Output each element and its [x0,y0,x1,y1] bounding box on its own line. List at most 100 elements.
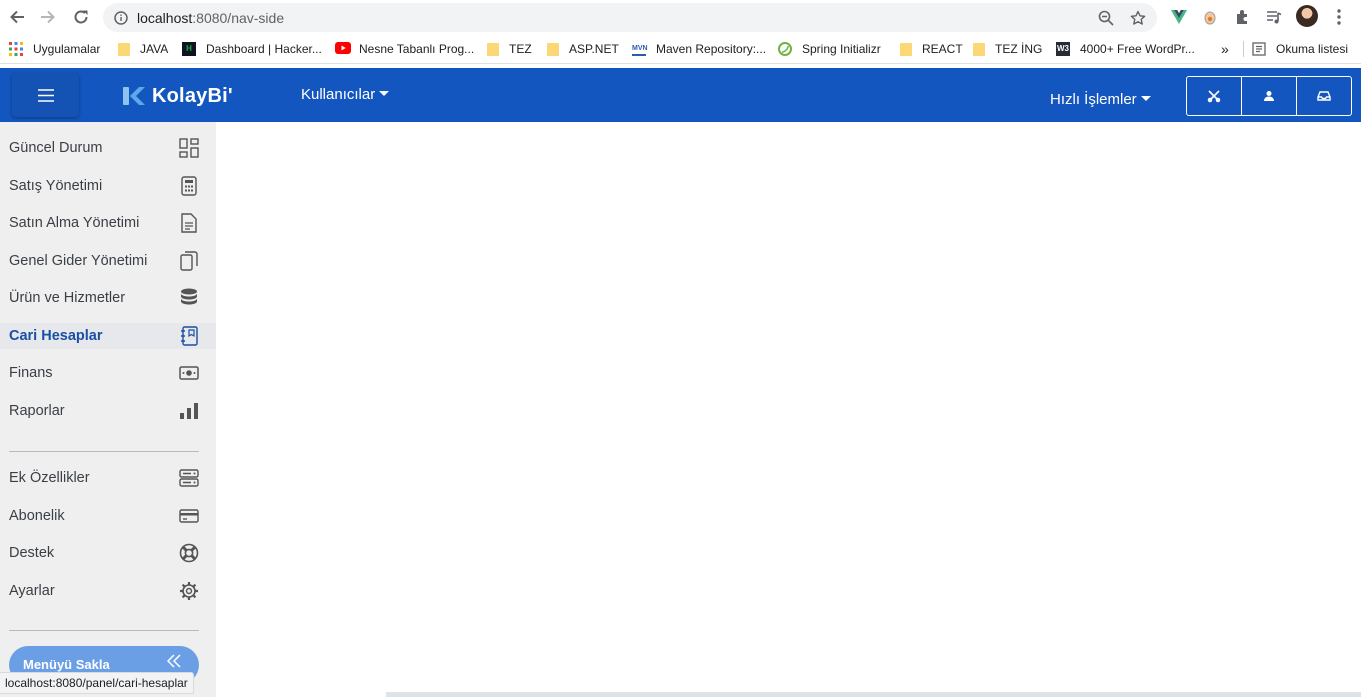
sidebar-item-cari-hesaplar[interactable]: Cari Hesaplar [0,323,216,349]
link-status-bubble: localhost:8080/panel/cari-hesaplar [0,672,194,694]
users-dropdown-label: Kullanıcılar [301,86,376,103]
quick-actions-label: Hızlı İşlemler [1050,91,1137,108]
bookmark-label: Spring Initializr [802,42,881,56]
bookmark-react[interactable]: REACT [900,40,963,58]
sidebar-divider [9,630,199,631]
tools-icon [1207,90,1221,103]
document-icon [178,212,200,234]
folder-icon [487,42,499,56]
sidebar-item-urun-ve-hizmetler[interactable]: Ürün ve Hizmetler [0,285,216,311]
folder-icon [973,42,985,56]
bookmark-star-icon[interactable] [1129,9,1147,27]
bookmark-label: TEZ İNG [995,42,1043,56]
vue-devtools-icon[interactable] [1169,7,1189,27]
folder-icon [118,42,130,56]
users-dropdown[interactable]: Kullanıcılar [301,86,390,103]
address-bar[interactable]: localhost:8080/nav-side [103,3,1157,32]
bookmark-tez-ing[interactable]: TEZ İNG [973,40,1042,58]
w3-icon: W3 [1056,42,1070,56]
forward-arrow-icon [41,10,55,24]
browser-menu-icon[interactable] [1329,7,1349,27]
inbox-icon [1317,91,1331,101]
reload-button[interactable] [70,6,92,28]
profile-avatar[interactable] [1296,5,1318,27]
double-chevron-left-icon [167,654,181,668]
bookmark-label: REACT [922,42,963,56]
site-info-icon[interactable] [112,9,130,27]
cash-icon [178,362,200,384]
back-button[interactable] [6,6,28,28]
server-icon [178,467,200,489]
bookmark-hackerrank[interactable]: H Dashboard | Hacker... [182,40,322,58]
bookmark-youtube[interactable]: Nesne Tabanlı Prog... [335,40,474,58]
sidebar-item-label: Ek Özellikler [9,470,90,486]
bookmark-label: 4000+ Free WordPr... [1080,42,1195,56]
sidebar-item-label: Destek [9,545,55,561]
sidebar-item-label: Finans [9,365,53,381]
profile-button[interactable] [1242,77,1297,115]
bookmark-label: JAVA [140,42,169,56]
calculator-icon [178,175,200,197]
bookmark-label: Dashboard | Hacker... [206,42,322,56]
sidebar-item-label: Satın Alma Yönetimi [9,215,140,231]
forward-button[interactable] [37,6,59,28]
url-text[interactable]: localhost:8080/nav-side [137,10,284,26]
bookmarks-overflow-button[interactable]: » [1221,40,1229,58]
sidebar-item-label: Güncel Durum [9,140,103,156]
url-path: :8080/nav-side [192,10,285,26]
back-arrow-icon [10,10,24,24]
address-book-icon [178,325,200,347]
bookmark-spring[interactable]: Spring Initializr [778,40,881,58]
reading-list-button[interactable]: Okuma listesi [1252,40,1348,58]
app-logo[interactable]: KolayBi' [122,84,233,108]
credit-card-icon [178,505,200,527]
bookmarks-bar: Uygulamalar JAVA H Dashboard | Hacker...… [0,34,1361,64]
bookmark-tez[interactable]: TEZ [487,40,532,58]
bookmark-aspnet[interactable]: ASP.NET [547,40,619,58]
sidebar-item-raporlar[interactable]: Raporlar [0,398,216,424]
quick-actions-dropdown[interactable]: Hızlı İşlemler [1050,91,1151,108]
menu-toggle-button[interactable] [12,73,79,117]
header-tool-group [1186,76,1352,116]
media-queue-icon[interactable] [1264,7,1284,27]
sidebar-item-label: Genel Gider Yönetimi [9,253,148,269]
sidebar-item-satin-alma-yonetimi[interactable]: Satın Alma Yönetimi [0,210,216,236]
tools-button[interactable] [1187,77,1242,115]
sidebar-item-finans[interactable]: Finans [0,360,216,386]
bookmark-java[interactable]: JAVA [118,40,168,58]
sidebar-item-ayarlar[interactable]: Ayarlar [0,578,216,604]
reload-icon [74,10,88,24]
sidebar-item-label: Cari Hesaplar [9,328,103,344]
bookmark-w3[interactable]: W3 4000+ Free WordPr... [1056,40,1195,58]
sidebar-item-abonelik[interactable]: Abonelik [0,503,216,529]
sidebar-item-guncel-durum[interactable]: Güncel Durum [0,135,216,161]
bookmark-label: Maven Repository:... [656,42,767,56]
youtube-icon [335,42,351,56]
sidebar-item-label: Ayarlar [9,583,55,599]
main-content [216,122,1361,692]
sidebar-item-satis-yonetimi[interactable]: Satış Yönetimi [0,173,216,199]
browser-toolbar: localhost:8080/nav-side [0,0,1361,34]
bookmark-label: Nesne Tabanlı Prog... [359,42,475,56]
caret-down-icon [1140,96,1151,101]
user-icon [1264,91,1274,101]
sidebar-item-label: Satış Yönetimi [9,178,103,194]
database-icon [178,287,200,309]
sidebar-item-genel-gider-yonetimi[interactable]: Genel Gider Yönetimi [0,248,216,274]
bookmark-label: Uygulamalar [33,42,101,56]
zoom-icon[interactable] [1097,9,1115,27]
reading-list-icon [1252,42,1266,56]
bookmark-maven[interactable]: MVN Maven Repository:... [632,40,766,58]
inbox-button[interactable] [1297,77,1351,115]
sidebar-item-destek[interactable]: Destek [0,540,216,566]
bookmark-label: ASP.NET [569,42,619,56]
logo-mark-icon [123,87,145,105]
extension-icon[interactable] [1200,7,1220,27]
sidebar-item-label: Raporlar [9,403,65,419]
reading-list-label: Okuma listesi [1276,42,1349,56]
bookmark-apps[interactable]: Uygulamalar [9,40,100,58]
horizontal-scrollbar[interactable] [386,692,1361,697]
sidebar-item-ek-ozellikler[interactable]: Ek Özellikler [0,465,216,491]
folder-icon [547,42,559,56]
extensions-puzzle-icon[interactable] [1233,7,1253,27]
